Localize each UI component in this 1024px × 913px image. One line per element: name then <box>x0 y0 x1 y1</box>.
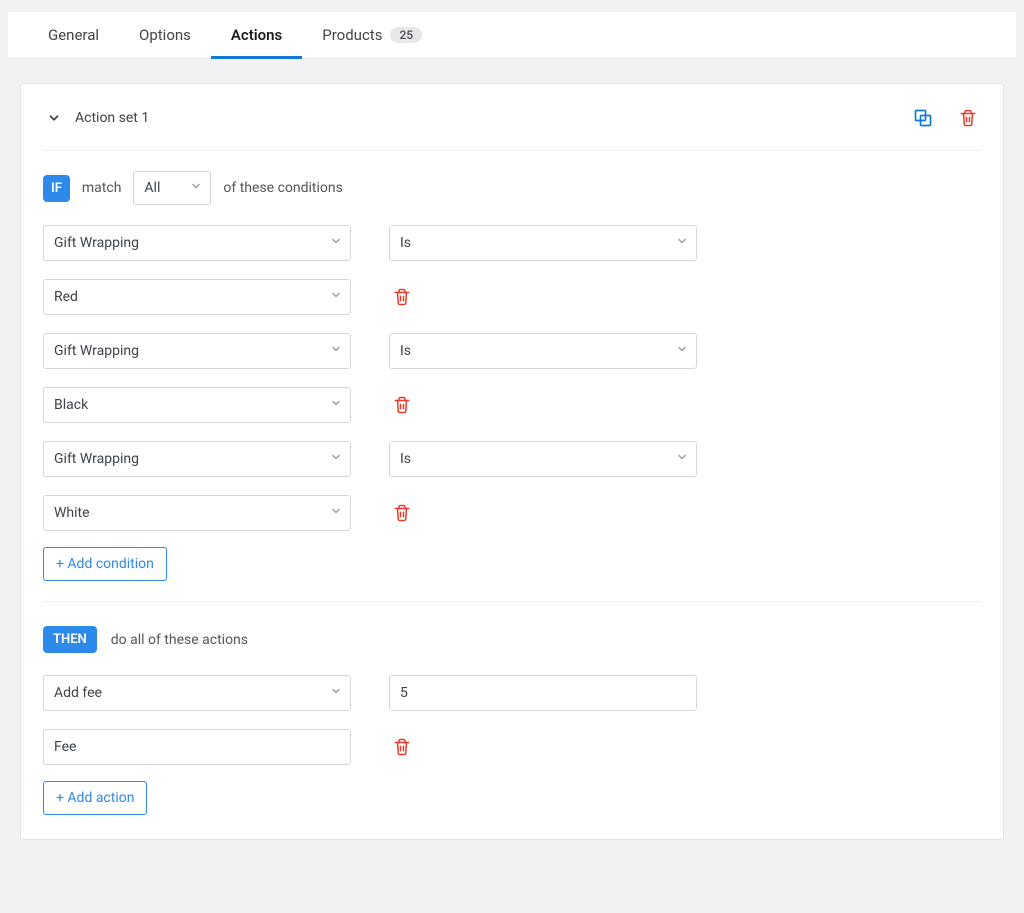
chevron-down-icon <box>330 451 342 467</box>
then-pill: THEN <box>43 626 97 653</box>
chevron-down-icon <box>676 235 688 251</box>
select-value: Is <box>400 451 411 467</box>
duplicate-button[interactable] <box>909 104 937 132</box>
condition-value-select[interactable]: Red <box>43 279 351 315</box>
chevron-down-icon <box>190 180 202 196</box>
delete-set-button[interactable] <box>955 105 981 131</box>
chevron-down-icon <box>330 289 342 305</box>
copy-icon <box>913 108 933 128</box>
chevron-down-icon <box>330 397 342 413</box>
action-label-input[interactable] <box>43 729 351 765</box>
trash-icon <box>393 288 411 306</box>
chevron-down-icon <box>676 343 688 359</box>
chevron-down-icon <box>330 685 342 701</box>
chevron-down-icon <box>330 505 342 521</box>
condition-field-select[interactable]: Gift Wrapping <box>43 225 351 261</box>
action-type-select[interactable]: Add fee <box>43 675 351 711</box>
tabs-container: General Options Actions Products 25 <box>8 12 1016 59</box>
match-select[interactable]: All <box>133 171 211 205</box>
chevron-down-icon <box>330 235 342 251</box>
chevron-down-icon <box>676 451 688 467</box>
tab-products[interactable]: Products 25 <box>302 12 442 58</box>
delete-condition-button[interactable] <box>389 392 415 418</box>
select-value: White <box>54 505 90 521</box>
condition-operator-select[interactable]: Is <box>389 333 697 369</box>
trash-icon <box>393 396 411 414</box>
tab-actions[interactable]: Actions <box>211 12 302 58</box>
trash-icon <box>959 109 977 127</box>
action-set-panel: Action set 1 IF match All of these c <box>20 83 1004 840</box>
chevron-down-icon <box>47 111 61 125</box>
chevron-down-icon <box>330 343 342 359</box>
add-action-button[interactable]: + Add action <box>43 781 147 815</box>
if-pill: IF <box>43 175 70 202</box>
condition-operator-select[interactable]: Is <box>389 441 697 477</box>
trash-icon <box>393 738 411 756</box>
select-value: Add fee <box>54 685 102 701</box>
tab-general[interactable]: General <box>28 12 119 58</box>
match-suffix: of these conditions <box>223 180 342 196</box>
delete-condition-button[interactable] <box>389 500 415 526</box>
condition-field-select[interactable]: Gift Wrapping <box>43 441 351 477</box>
select-value: Red <box>54 289 78 305</box>
select-value: Is <box>400 343 411 359</box>
condition-value-select[interactable]: Black <box>43 387 351 423</box>
select-value: Gift Wrapping <box>54 451 139 467</box>
section-divider <box>43 601 981 602</box>
select-value: Gift Wrapping <box>54 235 139 251</box>
tab-options[interactable]: Options <box>119 12 211 58</box>
delete-condition-button[interactable] <box>389 284 415 310</box>
trash-icon <box>393 504 411 522</box>
match-label: match <box>82 180 122 196</box>
tab-label: Actions <box>231 26 282 44</box>
select-value: Black <box>54 397 88 413</box>
collapse-toggle[interactable] <box>43 107 65 129</box>
delete-action-button[interactable] <box>389 734 415 760</box>
select-value: Is <box>400 235 411 251</box>
condition-value-select[interactable]: White <box>43 495 351 531</box>
then-suffix: do all of these actions <box>111 632 248 648</box>
action-set-title: Action set 1 <box>75 110 149 126</box>
products-count-badge: 25 <box>390 27 422 43</box>
tab-label: Products <box>322 26 382 44</box>
action-amount-input[interactable] <box>389 675 697 711</box>
tab-label: Options <box>139 26 191 44</box>
condition-operator-select[interactable]: Is <box>389 225 697 261</box>
tab-label: General <box>48 26 99 44</box>
condition-field-select[interactable]: Gift Wrapping <box>43 333 351 369</box>
match-select-value: All <box>144 180 160 196</box>
select-value: Gift Wrapping <box>54 343 139 359</box>
add-condition-button[interactable]: + Add condition <box>43 547 167 581</box>
